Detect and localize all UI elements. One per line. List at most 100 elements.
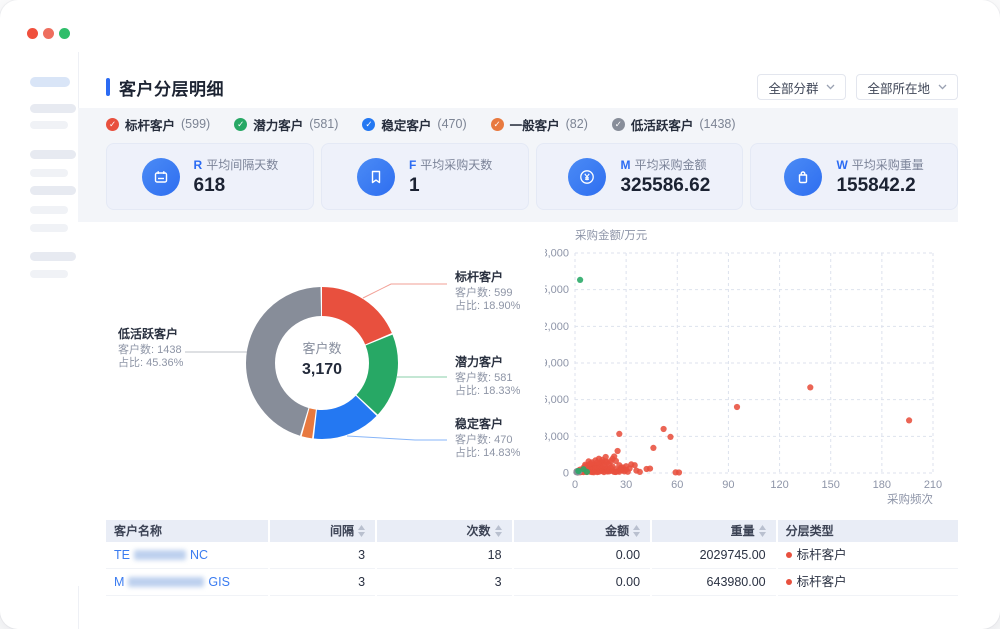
x-tick-label: 90 [722, 479, 734, 491]
stat-value: 325586.62 [620, 175, 710, 197]
sidebar-skeleton-bar [30, 77, 70, 87]
redacted-text [128, 577, 204, 587]
scatter-point-标杆客户[interactable] [591, 469, 597, 475]
scatter-point-标杆客户[interactable] [650, 445, 656, 451]
stat-letter: W [836, 158, 847, 172]
scatter-point-标杆客户[interactable] [734, 404, 740, 410]
stat-label: W平均采购重量 [836, 156, 923, 173]
scatter-point-标杆客户[interactable] [667, 434, 673, 440]
sidebar-skeleton-bar [30, 186, 76, 195]
table-cell-weight: 2029745.00 [652, 542, 776, 569]
callout-low-active: 低活跃客户 客户数: 1438 占比: 45.36% [118, 328, 183, 371]
sidebar-skeleton-bar [30, 224, 68, 232]
stat-card-f: F平均采购天数1 [321, 143, 529, 210]
scatter-point-标杆客户[interactable] [906, 417, 912, 423]
column-header-重量[interactable]: 重量 [652, 520, 776, 542]
y-tick-label: 12,000 [545, 321, 569, 333]
window-control-dot[interactable] [27, 28, 38, 39]
scatter-point-标杆客户[interactable] [618, 467, 624, 473]
customer-name-link[interactable]: MGIS [114, 569, 230, 596]
segment-dot-icon [786, 579, 792, 585]
customer-name-link[interactable]: TENC [114, 542, 208, 569]
legend-item-3[interactable]: ✓一般客户(82) [491, 115, 588, 134]
window-controls [27, 28, 70, 39]
chevron-down-icon [826, 84, 835, 90]
app-window: 客户分层明细 全部分群 全部所在地 ✓标杆客户(599)✓潜力客户(581)✓稳… [0, 0, 1000, 629]
scatter-point-标杆客户[interactable] [594, 459, 600, 465]
column-header-间隔[interactable]: 间隔 [270, 520, 375, 542]
check-circle-icon: ✓ [612, 118, 625, 131]
window-control-dot[interactable] [59, 28, 70, 39]
legend-item-4[interactable]: ✓低活跃客户(1438) [612, 115, 736, 134]
scatter-point-潜力客户[interactable] [584, 469, 590, 475]
scatter-point-标杆客户[interactable] [807, 384, 813, 390]
scatter-point-标杆客户[interactable] [632, 462, 638, 468]
x-tick-label: 120 [770, 479, 788, 491]
scatter-point-标杆客户[interactable] [616, 431, 622, 437]
scatter-point-标杆客户[interactable] [615, 448, 621, 454]
table-cell-name: MGIS [106, 569, 268, 596]
scatter-point-标杆客户[interactable] [647, 466, 653, 472]
bag-icon [784, 158, 822, 196]
y-tick-label: 15,000 [545, 284, 569, 296]
donut-leader-line [363, 284, 447, 298]
table-cell-times: 3 [377, 569, 512, 596]
sort-icon[interactable] [759, 525, 766, 537]
table-cell-interval: 3 [270, 569, 375, 596]
segment-label: 标杆客户 [797, 542, 847, 569]
scatter-point-标杆客户[interactable] [627, 465, 633, 471]
filter-dropdown-group[interactable]: 全部分群 [757, 74, 846, 100]
filter-dropdown-location[interactable]: 全部所在地 [856, 74, 958, 100]
scatter-point-标杆客户[interactable] [587, 461, 593, 467]
table-cell-segment: 标杆客户 [778, 569, 958, 596]
window-control-dot[interactable] [43, 28, 54, 39]
sort-icon[interactable] [495, 525, 502, 537]
stat-label: F平均采购天数 [409, 156, 492, 173]
x-tick-label: 30 [620, 479, 632, 491]
sidebar-skeleton-bar [30, 206, 68, 214]
customer-table: 客户名称间隔次数金额重量分层类型TENC3180.002029745.00标杆客… [106, 520, 958, 596]
stat-letter: R [194, 158, 203, 172]
legend-item-0[interactable]: ✓标杆客户(599) [106, 115, 210, 134]
y-tick-label: 18,000 [545, 248, 569, 260]
check-circle-icon: ✓ [362, 118, 375, 131]
column-label: 客户名称 [114, 520, 162, 542]
yen-icon [568, 158, 606, 196]
segment-legend: ✓标杆客户(599) ✓潜力客户(581) ✓稳定客户(470) ✓一般客户(82) ✓… [106, 112, 736, 136]
title-accent-bar [106, 78, 110, 96]
legend-item-2[interactable]: ✓稳定客户(470) [362, 115, 466, 134]
scatter-point-潜力客户[interactable] [577, 277, 583, 283]
scatter-point-标杆客户[interactable] [603, 454, 609, 460]
stat-label: M平均采购金额 [620, 156, 710, 173]
legend-label: 标杆客户 [125, 115, 175, 134]
scatter-point-潜力客户[interactable] [575, 468, 581, 474]
column-header-次数[interactable]: 次数 [377, 520, 512, 542]
y-tick-label: 9,000 [545, 358, 569, 370]
stat-card-r: R平均间隔天数618 [106, 143, 314, 210]
stat-letter: F [409, 158, 416, 172]
legend-label: 低活跃客户 [631, 115, 694, 134]
filter-group-label: 全部分群 [768, 78, 818, 97]
y-tick-label: 0 [563, 468, 569, 480]
scatter-point-标杆客户[interactable] [661, 426, 667, 432]
scatter-point-标杆客户[interactable] [676, 469, 682, 475]
sidebar-skeleton-bar [30, 104, 76, 113]
x-tick-label: 210 [924, 479, 942, 491]
column-label: 重量 [731, 520, 755, 542]
segment-dot-icon [786, 552, 792, 558]
sort-icon[interactable] [633, 525, 640, 537]
table-cell-segment: 标杆客户 [778, 542, 958, 569]
column-header-金额[interactable]: 金额 [514, 520, 651, 542]
check-circle-icon: ✓ [234, 118, 247, 131]
scatter-point-标杆客户[interactable] [633, 468, 639, 474]
table-cell-weight: 643980.00 [652, 569, 776, 596]
scatter-chart[interactable]: 030609012015018021003,0006,0009,00012,00… [545, 225, 945, 510]
legend-item-1[interactable]: ✓潜力客户(581) [234, 115, 338, 134]
stat-letter: M [620, 158, 630, 172]
sort-icon[interactable] [358, 525, 365, 537]
stat-card-w: W平均采购重量155842.2 [750, 143, 958, 210]
x-axis-title: 采购频次 [887, 492, 933, 506]
column-header-分层类型: 分层类型 [778, 520, 958, 542]
column-header-客户名称: 客户名称 [106, 520, 268, 542]
stat-card-m: M平均采购金额 325586.62 [536, 143, 744, 210]
